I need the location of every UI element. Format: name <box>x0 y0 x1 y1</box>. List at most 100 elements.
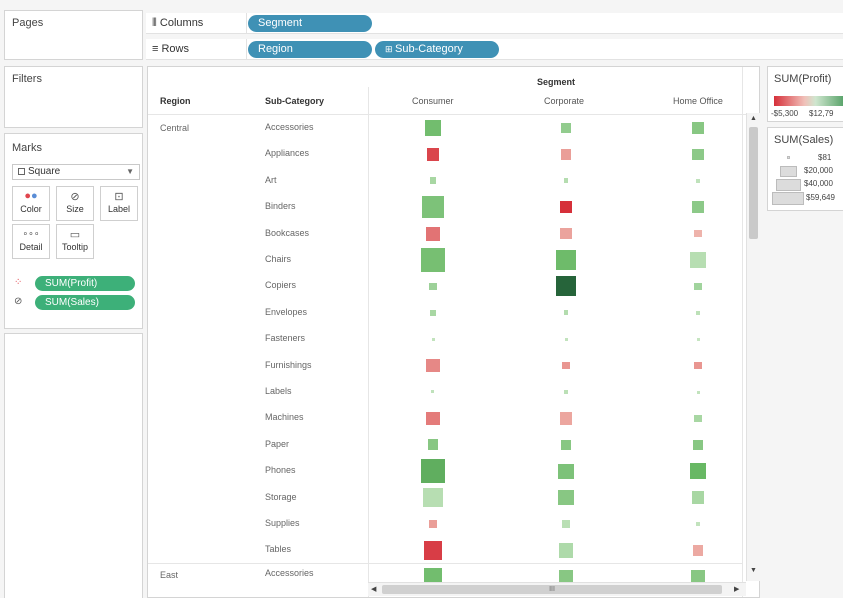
square-mark[interactable] <box>559 201 573 214</box>
square-mark[interactable] <box>558 543 574 558</box>
region-pill[interactable]: Region <box>248 41 372 58</box>
row-header-region[interactable]: Region <box>160 96 191 106</box>
square-mark[interactable] <box>696 390 700 394</box>
region-label-east[interactable]: East <box>160 570 178 580</box>
scroll-up-icon[interactable]: ▲ <box>750 115 757 122</box>
square-mark[interactable] <box>696 178 700 183</box>
subcategory-label[interactable]: Envelopes <box>265 307 307 317</box>
square-mark[interactable] <box>564 390 568 394</box>
square-mark[interactable] <box>694 282 702 291</box>
square-mark[interactable] <box>563 310 569 316</box>
subcategory-label[interactable]: Bookcases <box>265 228 309 238</box>
subcategory-label[interactable]: Accessories <box>265 122 314 132</box>
square-mark[interactable] <box>429 177 437 185</box>
square-mark[interactable] <box>431 337 435 341</box>
sales-legend[interactable]: SUM(Sales) $81 $20,000 $40,000 $59,649 <box>767 127 843 211</box>
square-mark[interactable] <box>696 522 700 526</box>
tooltip-button[interactable]: ▭ Tooltip <box>56 224 94 259</box>
mark-type-dropdown[interactable]: Square ▼ <box>12 164 140 180</box>
subcategory-label[interactable]: Chairs <box>265 254 291 264</box>
vertical-scrollbar[interactable]: ▲ ▼ <box>746 113 760 581</box>
horizontal-scroll-thumb[interactable]: III <box>382 585 722 594</box>
color-button[interactable]: ●● Color <box>12 186 50 221</box>
square-mark[interactable] <box>691 491 705 504</box>
subcategory-label[interactable]: Supplies <box>265 518 300 528</box>
segment-header-home-office[interactable]: Home Office <box>673 96 723 106</box>
square-mark[interactable] <box>426 147 440 161</box>
subcategory-label[interactable]: Furnishings <box>265 360 312 370</box>
scroll-right-icon[interactable]: ▶ <box>734 585 739 593</box>
profit-legend[interactable]: SUM(Profit) -$5,300 $12,79 <box>767 66 843 122</box>
square-mark[interactable] <box>422 196 444 219</box>
subcategory-label[interactable]: Accessories <box>265 568 314 578</box>
square-mark[interactable] <box>560 227 572 240</box>
square-mark[interactable] <box>555 276 577 297</box>
square-mark[interactable] <box>693 440 703 450</box>
square-mark[interactable] <box>425 226 440 241</box>
square-mark[interactable] <box>426 358 440 373</box>
square-mark[interactable] <box>564 337 568 341</box>
row-header-subcategory[interactable]: Sub-Category <box>265 96 324 106</box>
scroll-down-icon[interactable]: ▼ <box>750 567 757 574</box>
profit-color-ramp <box>774 96 843 106</box>
square-mark[interactable] <box>423 487 443 508</box>
square-mark[interactable] <box>423 541 443 560</box>
vertical-scroll-thumb[interactable] <box>749 127 758 239</box>
square-mark[interactable] <box>431 390 435 394</box>
square-mark[interactable] <box>692 148 704 161</box>
square-mark[interactable] <box>562 361 570 370</box>
detail-button[interactable]: ∘∘∘ Detail <box>12 224 50 259</box>
profit-pill[interactable]: SUM(Profit) <box>35 276 135 291</box>
view-area[interactable]: Segment Region Sub-Category Consumer Cor… <box>147 66 760 598</box>
subcategory-label[interactable]: Art <box>265 175 277 185</box>
subcategory-label[interactable]: Binders <box>265 201 296 211</box>
square-mark[interactable] <box>558 463 574 479</box>
square-mark[interactable] <box>562 520 570 528</box>
square-mark[interactable] <box>563 178 569 184</box>
square-mark[interactable] <box>692 544 704 556</box>
subcategory-label[interactable]: Storage <box>265 492 297 502</box>
square-mark[interactable] <box>429 309 437 316</box>
subcategory-label[interactable]: Machines <box>265 412 304 422</box>
size-button[interactable]: ⊘ Size <box>56 186 94 221</box>
square-mark[interactable] <box>426 411 440 426</box>
square-mark[interactable] <box>556 250 576 270</box>
square-mark[interactable] <box>560 439 572 450</box>
subcategory-label[interactable]: Appliances <box>265 148 309 158</box>
segment-pill[interactable]: Segment <box>248 15 372 32</box>
subcategory-label[interactable]: Phones <box>265 465 296 475</box>
subcategory-label[interactable]: Labels <box>265 386 292 396</box>
square-mark[interactable] <box>429 520 437 528</box>
square-mark[interactable] <box>427 439 439 451</box>
square-mark[interactable] <box>559 412 573 425</box>
filters-card[interactable]: Filters <box>4 66 143 128</box>
square-mark[interactable] <box>692 201 704 213</box>
square-mark[interactable] <box>560 149 572 160</box>
sales-pill[interactable]: SUM(Sales) <box>35 295 135 310</box>
subcategory-label[interactable]: Paper <box>265 439 289 449</box>
square-mark[interactable] <box>429 282 437 291</box>
subcategory-label[interactable]: Copiers <box>265 280 296 290</box>
square-mark[interactable] <box>690 252 706 268</box>
subcategory-pill[interactable]: ⊞ Sub-Category <box>375 41 499 58</box>
subcategory-label[interactable]: Fasteners <box>265 333 305 343</box>
square-mark[interactable] <box>558 490 574 506</box>
square-mark[interactable] <box>421 459 445 483</box>
square-mark[interactable] <box>694 229 702 238</box>
square-mark[interactable] <box>420 247 446 273</box>
scroll-left-icon[interactable]: ◀ <box>371 585 376 593</box>
square-mark[interactable] <box>694 361 702 370</box>
square-mark[interactable] <box>696 337 700 341</box>
segment-header-consumer[interactable]: Consumer <box>412 96 454 106</box>
square-mark[interactable] <box>425 120 441 136</box>
region-label-central[interactable]: Central <box>160 123 189 133</box>
square-mark[interactable] <box>561 123 571 133</box>
label-button[interactable]: ⊡ Label <box>100 186 138 221</box>
square-mark[interactable] <box>694 414 702 423</box>
horizontal-scrollbar[interactable]: ◀ III ▶ <box>368 582 746 596</box>
segment-header-corporate[interactable]: Corporate <box>544 96 584 106</box>
square-mark[interactable] <box>696 310 700 315</box>
square-mark[interactable] <box>692 122 704 134</box>
subcategory-label[interactable]: Tables <box>265 544 291 554</box>
square-mark[interactable] <box>689 463 706 480</box>
